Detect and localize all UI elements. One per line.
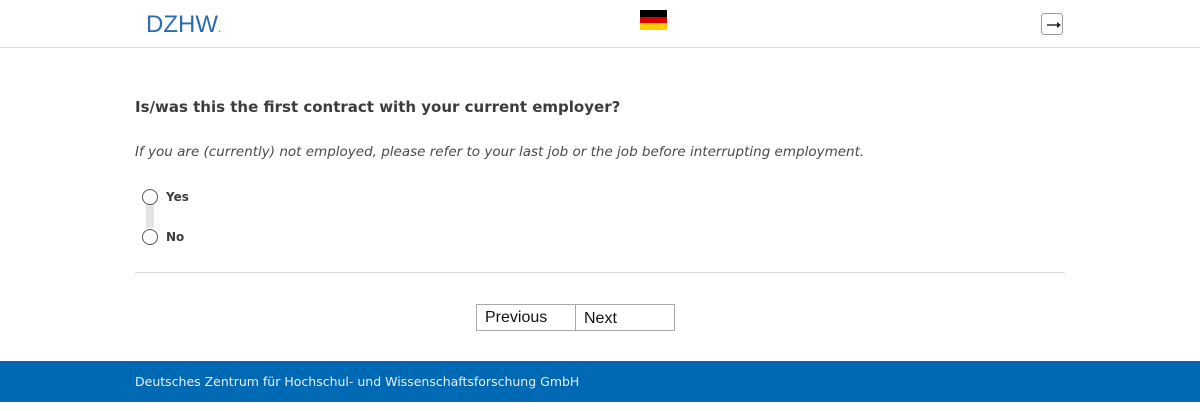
next-button[interactable]: Next — [575, 304, 675, 331]
question-instruction: If you are (currently) not employed, ple… — [135, 144, 865, 160]
question-title: Is/was this the first contract with your… — [135, 98, 621, 116]
logo-dot: . — [217, 24, 221, 35]
dzhw-logo: DZHW. — [146, 11, 221, 44]
german-flag-icon[interactable] — [640, 10, 667, 31]
logout-button[interactable] — [1041, 13, 1063, 35]
option-connector — [146, 204, 154, 228]
divider — [135, 272, 1065, 273]
footer: Deutsches Zentrum für Hochschul- und Wis… — [0, 361, 1200, 402]
answer-options: Yes No — [142, 188, 442, 248]
previous-button[interactable]: Previous — [476, 304, 576, 331]
option-no[interactable]: No — [142, 228, 184, 246]
logo-text: DZHW — [146, 11, 218, 38]
option-no-label[interactable]: No — [166, 230, 184, 244]
option-yes-label[interactable]: Yes — [166, 190, 189, 204]
radio-yes[interactable] — [142, 189, 158, 205]
logout-icon — [1047, 22, 1061, 28]
radio-no[interactable] — [142, 229, 158, 245]
option-yes[interactable]: Yes — [142, 188, 189, 206]
footer-text: Deutsches Zentrum für Hochschul- und Wis… — [135, 374, 580, 389]
header: DZHW. — [0, 0, 1200, 48]
